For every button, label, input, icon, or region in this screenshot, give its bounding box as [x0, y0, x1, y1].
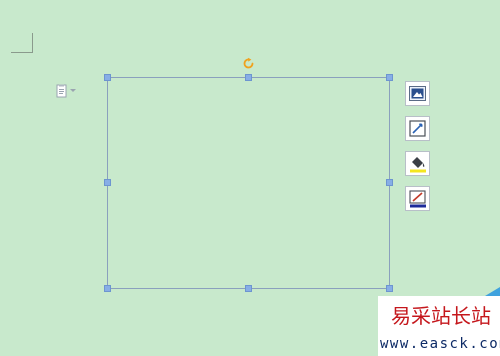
resize-handle-middle-right[interactable]	[386, 179, 393, 186]
resize-handle-top-left[interactable]	[104, 74, 111, 81]
watermark-url: www.easck.com	[380, 336, 500, 352]
resize-handle-bottom-center[interactable]	[245, 285, 252, 292]
layout-options-icon	[409, 86, 426, 101]
resize-handle-top-center[interactable]	[245, 74, 252, 81]
page-corner-mark	[11, 33, 33, 53]
paste-options-icon	[56, 84, 67, 98]
shape-style-button[interactable]	[405, 116, 430, 141]
resize-handle-middle-left[interactable]	[104, 179, 111, 186]
watermark-title: 易采站长站	[391, 304, 491, 328]
shape-style-icon	[409, 120, 426, 137]
chevron-down-icon	[70, 89, 76, 92]
outline-pen-icon	[408, 189, 426, 207]
fill-bucket-icon	[409, 156, 426, 172]
resize-handle-top-right[interactable]	[386, 74, 393, 81]
paste-options-button[interactable]	[56, 83, 82, 99]
document-canvas[interactable]: 易采站长站 www.easck.com	[0, 0, 500, 356]
fill-color-button[interactable]	[405, 151, 430, 176]
layout-options-button[interactable]	[405, 81, 430, 106]
rotate-icon[interactable]	[242, 57, 255, 70]
resize-handle-bottom-left[interactable]	[104, 285, 111, 292]
selected-text-box[interactable]	[107, 77, 390, 289]
outline-color-button[interactable]	[405, 186, 430, 211]
